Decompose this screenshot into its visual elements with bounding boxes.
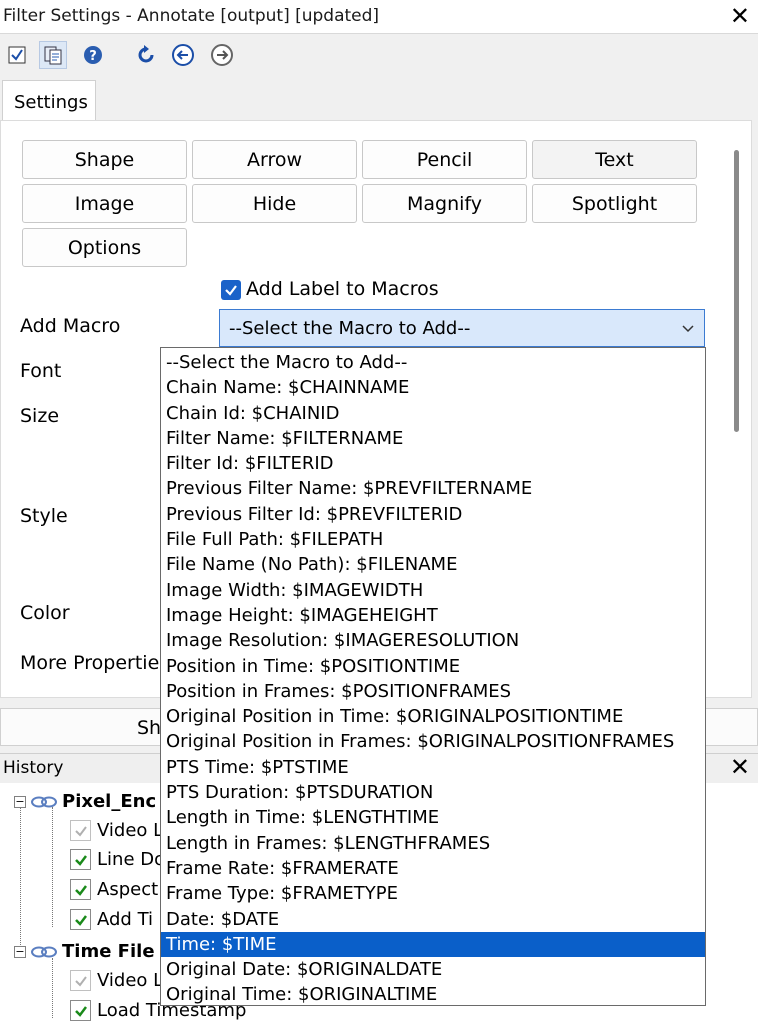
- image-button[interactable]: Image: [22, 184, 187, 223]
- settings-copy-icon[interactable]: [39, 41, 67, 69]
- history-group-time-file[interactable]: − Time File: [14, 941, 155, 962]
- history-item-label: Aspect: [97, 879, 159, 900]
- macro-option[interactable]: Previous Filter Name: $PREVFILTERNAME: [161, 476, 705, 501]
- history-item[interactable]: Aspect: [70, 879, 158, 900]
- title-bar: Filter Settings - Annotate [output] [upd…: [0, 0, 758, 34]
- history-item[interactable]: Video L: [70, 970, 163, 991]
- font-label: Font: [20, 360, 62, 382]
- window-title: Filter Settings - Annotate [output] [upd…: [3, 6, 380, 26]
- more-properties-label: More Properties: [20, 652, 170, 674]
- macro-option[interactable]: PTS Duration: $PTSDURATION: [161, 780, 705, 805]
- checkmark-icon: [225, 285, 237, 296]
- history-item-label: Line Do: [97, 849, 166, 870]
- reset-icon[interactable]: [132, 41, 160, 69]
- history-item-label: Video L: [97, 970, 164, 991]
- checkbox-icon[interactable]: [70, 820, 91, 841]
- checkbox-icon[interactable]: [70, 909, 91, 930]
- checkbox-icon[interactable]: [70, 970, 91, 991]
- svg-text:?: ?: [89, 49, 97, 64]
- toolbar: ?: [0, 34, 758, 76]
- forward-arrow-icon[interactable]: [208, 41, 236, 69]
- tab-settings[interactable]: Settings: [2, 80, 96, 120]
- shape-button[interactable]: Shape: [22, 140, 187, 179]
- macro-option[interactable]: Date: $DATE: [161, 907, 705, 932]
- back-arrow-icon[interactable]: [169, 41, 197, 69]
- add-macro-select-value: --Select the Macro to Add--: [229, 318, 471, 339]
- chevron-down-icon: [682, 325, 694, 333]
- arrow-button[interactable]: Arrow: [192, 140, 357, 179]
- history-group-label: Pixel_Enc: [62, 791, 157, 812]
- macro-option[interactable]: Position in Frames: $POSITIONFRAMES: [161, 679, 705, 704]
- close-icon[interactable]: ✕: [730, 2, 750, 30]
- macro-option-highlighted[interactable]: Time: $TIME: [161, 931, 705, 958]
- macro-option[interactable]: Image Width: $IMAGEWIDTH: [161, 578, 705, 603]
- macro-option[interactable]: Chain Id: $CHAINID: [161, 401, 705, 426]
- add-macro-select[interactable]: --Select the Macro to Add--: [219, 309, 705, 347]
- history-item[interactable]: Add Ti: [70, 909, 153, 930]
- checkbox-icon[interactable]: [70, 1000, 91, 1021]
- history-group-label: Time File: [62, 941, 155, 962]
- macro-option[interactable]: Chain Name: $CHAINNAME: [161, 375, 705, 400]
- chain-link-icon: [31, 946, 57, 957]
- collapse-icon[interactable]: −: [14, 795, 26, 808]
- history-item[interactable]: Video L: [70, 820, 163, 841]
- macro-option[interactable]: Frame Type: $FRAMETYPE: [161, 881, 705, 906]
- style-label: Style: [20, 505, 68, 527]
- add-label-checkbox[interactable]: [221, 280, 241, 300]
- macro-option[interactable]: Filter Name: $FILTERNAME: [161, 426, 705, 451]
- macro-option[interactable]: Original Position in Time: $ORIGINALPOSI…: [161, 704, 705, 729]
- history-title: History: [3, 758, 64, 778]
- panel-scrollbar[interactable]: [734, 150, 739, 432]
- add-label-text: Add Label to Macros: [246, 278, 439, 300]
- apply-check-icon[interactable]: [3, 41, 31, 69]
- macro-option[interactable]: File Full Path: $FILEPATH: [161, 527, 705, 552]
- size-label: Size: [20, 405, 60, 427]
- history-item-label: Add Ti: [97, 909, 154, 930]
- macro-option[interactable]: PTS Time: $PTSTIME: [161, 755, 705, 780]
- history-group-pixel-enc[interactable]: − Pixel_Enc: [14, 791, 156, 812]
- add-macro-label: Add Macro: [20, 315, 121, 337]
- magnify-button[interactable]: Magnify: [362, 184, 527, 223]
- macro-option[interactable]: Previous Filter Id: $PREVFILTERID: [161, 502, 705, 527]
- spotlight-button[interactable]: Spotlight: [532, 184, 697, 223]
- macro-option[interactable]: Image Resolution: $IMAGERESOLUTION: [161, 628, 705, 653]
- macro-option[interactable]: Length in Time: $LENGTHTIME: [161, 805, 705, 830]
- checkbox-icon[interactable]: [70, 879, 91, 900]
- options-button[interactable]: Options: [22, 228, 187, 267]
- history-item-label: Video L: [97, 820, 164, 841]
- macro-option[interactable]: Image Height: $IMAGEHEIGHT: [161, 603, 705, 628]
- macro-option[interactable]: Original Position in Frames: $ORIGINALPO…: [161, 729, 705, 754]
- close-icon[interactable]: ✕: [730, 753, 750, 781]
- macro-option[interactable]: Filter Id: $FILTERID: [161, 451, 705, 476]
- macro-option[interactable]: Frame Rate: $FRAMERATE: [161, 856, 705, 881]
- macro-option[interactable]: File Name (No Path): $FILENAME: [161, 552, 705, 577]
- macro-option[interactable]: Length in Frames: $LENGTHFRAMES: [161, 831, 705, 856]
- macro-option[interactable]: --Select the Macro to Add--: [161, 350, 705, 375]
- pencil-button[interactable]: Pencil: [362, 140, 527, 179]
- hide-button[interactable]: Hide: [192, 184, 357, 223]
- collapse-icon[interactable]: −: [14, 945, 26, 958]
- help-icon[interactable]: ?: [79, 41, 107, 69]
- history-item[interactable]: Line Do: [70, 849, 165, 870]
- macro-option[interactable]: Original Time: $ORIGINALTIME: [161, 982, 705, 1007]
- checkbox-icon[interactable]: [70, 849, 91, 870]
- chain-link-icon: [31, 796, 57, 807]
- text-button[interactable]: Text: [532, 140, 697, 179]
- color-label: Color: [20, 602, 70, 624]
- macro-dropdown-list[interactable]: --Select the Macro to Add-- Chain Name: …: [160, 347, 706, 1006]
- macro-option[interactable]: Position in Time: $POSITIONTIME: [161, 654, 705, 679]
- macro-option[interactable]: Original Date: $ORIGINALDATE: [161, 957, 705, 982]
